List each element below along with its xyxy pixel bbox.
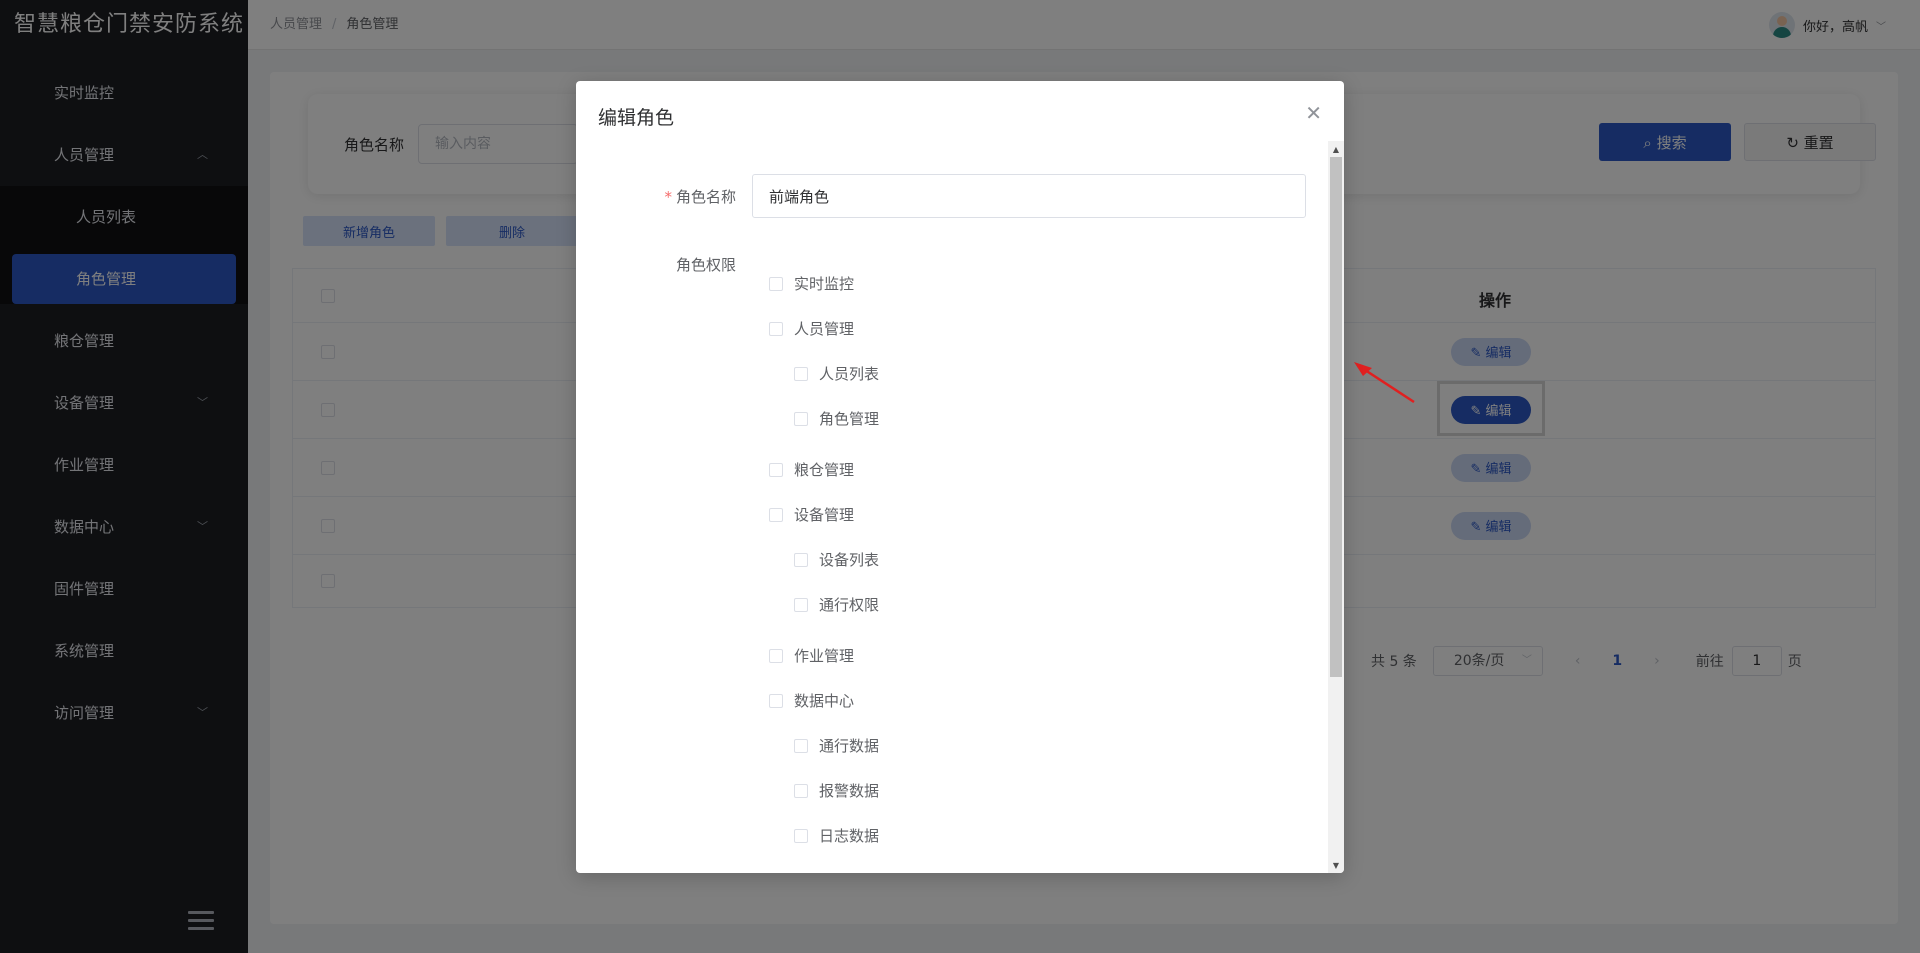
scroll-thumb[interactable] (1330, 157, 1342, 677)
checkbox[interactable] (794, 783, 808, 798)
perm-label: 实时监控 (794, 275, 855, 293)
perm-label: 角色管理 (819, 410, 880, 428)
perm-label: 作业管理 (794, 647, 855, 665)
perm-checkbox[interactable]: 粮仓管理 (769, 459, 854, 480)
perm-label: 粮仓管理 (794, 461, 855, 479)
perm-checkbox[interactable]: 人员列表 (794, 363, 879, 384)
dialog-body: *角色名称 角色权限 实时监控 人员管理 人员列表 角色管理 粮仓管理 设备管理… (576, 141, 1328, 873)
perm-checkbox[interactable]: 人员管理 (769, 318, 854, 339)
checkbox[interactable] (794, 366, 808, 381)
dialog-scrollbar[interactable]: ▲ ▼ (1328, 141, 1344, 873)
checkbox[interactable] (769, 276, 783, 291)
required-mark: * (664, 188, 672, 206)
dialog-title: 编辑角色 (598, 107, 675, 129)
edit-role-dialog: 编辑角色 ✕ *角色名称 角色权限 实时监控 人员管理 人员列表 角色管理 粮仓… (576, 81, 1344, 873)
perm-checkbox[interactable]: 报警数据 (794, 780, 879, 801)
perm-checkbox[interactable]: 通行权限 (794, 594, 879, 615)
highlight-box (1437, 381, 1545, 436)
perm-label: 人员管理 (794, 320, 855, 338)
checkbox[interactable] (794, 552, 808, 567)
perm-checkbox[interactable]: 设备列表 (794, 549, 879, 570)
perm-label: 设备管理 (794, 506, 855, 524)
checkbox[interactable] (769, 321, 783, 336)
perm-checkbox[interactable]: 角色管理 (794, 408, 879, 429)
red-arrow-icon (1354, 362, 1415, 404)
close-icon[interactable]: ✕ (1305, 101, 1322, 125)
perm-label: 报警数据 (819, 782, 880, 800)
perm-label: 设备列表 (819, 551, 880, 569)
role-name-input[interactable] (752, 174, 1306, 218)
perm-label: 通行数据 (819, 737, 880, 755)
perm-checkbox[interactable]: 数据中心 (769, 690, 854, 711)
checkbox[interactable] (769, 648, 783, 663)
checkbox[interactable] (794, 597, 808, 612)
perm-label: 数据中心 (794, 692, 855, 710)
checkbox[interactable] (769, 507, 783, 522)
role-name-label: * 角色名称 (576, 186, 736, 207)
checkbox[interactable] (794, 411, 808, 426)
perm-checkbox[interactable]: 通行数据 (794, 735, 879, 756)
role-permission-label: 角色权限 (675, 256, 736, 274)
perm-label: 人员列表 (819, 365, 880, 383)
perm-checkbox[interactable]: 作业管理 (769, 645, 854, 666)
checkbox[interactable] (794, 828, 808, 843)
checkbox[interactable] (769, 693, 783, 708)
perm-checkbox[interactable]: 日志数据 (794, 825, 879, 846)
perm-label: 日志数据 (819, 827, 880, 845)
perm-checkbox[interactable]: 设备管理 (769, 504, 854, 525)
checkbox[interactable] (769, 462, 783, 477)
role-name-label-text: 角色名称 (675, 188, 736, 206)
perm-checkbox[interactable]: 实时监控 (769, 273, 854, 294)
checkbox[interactable] (794, 738, 808, 753)
scroll-up-icon[interactable]: ▲ (1328, 143, 1344, 157)
perm-label: 通行权限 (819, 596, 880, 614)
scroll-down-icon[interactable]: ▼ (1328, 859, 1344, 873)
